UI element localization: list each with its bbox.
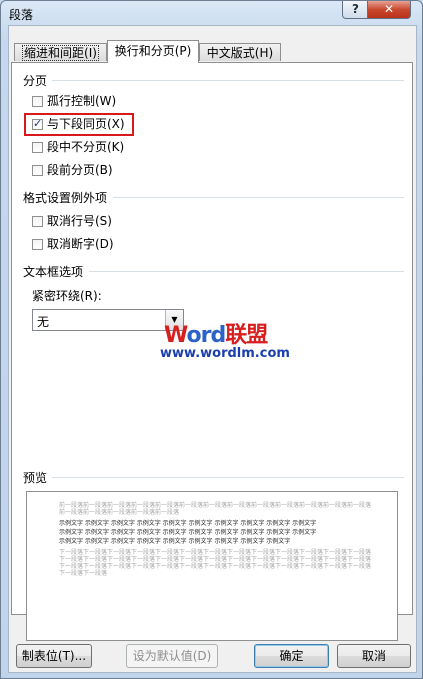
dont-hyphenate-label: 取消断字(D) (47, 237, 114, 251)
keep-with-next-label: 与下段同页(X) (47, 117, 125, 131)
tight-wrap-value: 无 (37, 315, 50, 329)
page-break-before-checkbox[interactable] (32, 165, 43, 176)
tab-asian-typography[interactable]: 中文版式(H) (199, 43, 281, 61)
preview-next-line: 下一段落下一段落下一段落下一段落下一段落下一段落下一段落下一段落下一段落下一段落… (59, 556, 372, 563)
pagination-group-title: 分页 (23, 74, 48, 88)
tab-indents-spacing[interactable]: 缩进和间距(I) (14, 43, 107, 61)
dont-hyphenate-checkbox[interactable] (32, 239, 43, 250)
cancel-button[interactable]: 取消 (337, 644, 411, 668)
suppress-line-numbers-option[interactable]: 取消行号(S) (32, 213, 112, 229)
paragraph-dialog: 段落 ? ✕ 缩进和间距(I) 换行和分页(P) 中文版式(H) 分页 孤行控制… (0, 0, 423, 679)
keep-with-next-checkbox[interactable] (32, 116, 43, 132)
ok-button[interactable]: 确定 (254, 644, 329, 668)
tab-panel: 分页 孤行控制(W) 与下段同页(X) 段中不分页(K) 段前分页(B) 格式设… (11, 62, 413, 641)
page-break-before-option[interactable]: 段前分页(B) (32, 162, 113, 178)
set-default-button[interactable]: 设为默认值(D) (126, 644, 218, 668)
widow-control-label: 孤行控制(W) (47, 94, 117, 108)
title-bar[interactable]: 段落 ? ✕ (1, 1, 422, 25)
close-icon: ✕ (383, 2, 395, 16)
divider (89, 271, 404, 272)
widow-control-option[interactable]: 孤行控制(W) (32, 93, 116, 109)
preview-next-line: 下一段落下一段落下一段落下一段落下一段落下一段落下一段落下一段落下一段落下一段落… (59, 563, 372, 570)
tight-wrap-label: 紧密环绕(R): (32, 289, 102, 303)
preview-sample-line: 示例文字 示例文字 示例文字 示例文字 示例文字 示例文字 示例文字 示例文字 … (59, 538, 291, 545)
format-exceptions-group-title: 格式设置例外项 (23, 191, 108, 205)
divider (113, 197, 404, 198)
wordlm-logo: Word联盟 (164, 323, 268, 348)
preview-prev-line: 前一段落前一段落前一段落前一段落前一段落 (59, 509, 180, 516)
preview-next-line: 下一段落下一段落 (59, 570, 108, 577)
preview-group-title: 预览 (23, 471, 48, 485)
keep-lines-together-label: 段中不分页(K) (47, 140, 125, 154)
tab-label: 换行和分页(P) (114, 44, 192, 58)
dialog-client-area: 缩进和间距(I) 换行和分页(P) 中文版式(H) 分页 孤行控制(W) 与下段… (8, 25, 417, 673)
help-button[interactable]: ? (342, 1, 369, 19)
tight-wrap-select[interactable]: 无 ▼ (32, 309, 184, 331)
textbox-options-group-title: 文本框选项 (23, 265, 84, 279)
preview-sample-line: 示例文字 示例文字 示例文字 示例文字 示例文字 示例文字 示例文字 示例文字 … (59, 529, 317, 536)
widow-control-checkbox[interactable] (32, 96, 43, 107)
tab-label: 中文版式(H) (206, 46, 274, 60)
close-button[interactable]: ✕ (367, 1, 411, 19)
preview-prev-line: 前一段落前一段落前一段落前一段落前一段落前一段落前一段落前一段落前一段落前一段落… (59, 502, 372, 509)
keep-with-next-option[interactable]: 与下段同页(X) (32, 116, 125, 132)
question-mark-icon: ? (352, 2, 359, 16)
tab-line-page-breaks[interactable]: 换行和分页(P) (107, 40, 199, 63)
preview-box: 前一段落前一段落前一段落前一段落前一段落前一段落前一段落前一段落前一段落前一段落… (26, 491, 398, 641)
dialog-title: 段落 (9, 8, 34, 22)
page-break-before-label: 段前分页(B) (47, 163, 113, 177)
suppress-line-numbers-label: 取消行号(S) (47, 214, 112, 228)
divider (52, 477, 404, 478)
suppress-line-numbers-checkbox[interactable] (32, 216, 43, 227)
keep-lines-together-checkbox[interactable] (32, 142, 43, 153)
divider (52, 80, 404, 81)
watermark-url: www.wordlm.com (160, 346, 290, 361)
keep-lines-together-option[interactable]: 段中不分页(K) (32, 139, 124, 155)
tabs-button[interactable]: 制表位(T)... (16, 644, 92, 668)
preview-next-line: 下一段落下一段落下一段落下一段落下一段落下一段落下一段落下一段落下一段落下一段落… (59, 549, 372, 556)
dont-hyphenate-option[interactable]: 取消断字(D) (32, 236, 114, 252)
preview-sample-line: 示例文字 示例文字 示例文字 示例文字 示例文字 示例文字 示例文字 示例文字 … (59, 520, 317, 527)
tab-label: 缩进和间距(I) (22, 45, 99, 61)
